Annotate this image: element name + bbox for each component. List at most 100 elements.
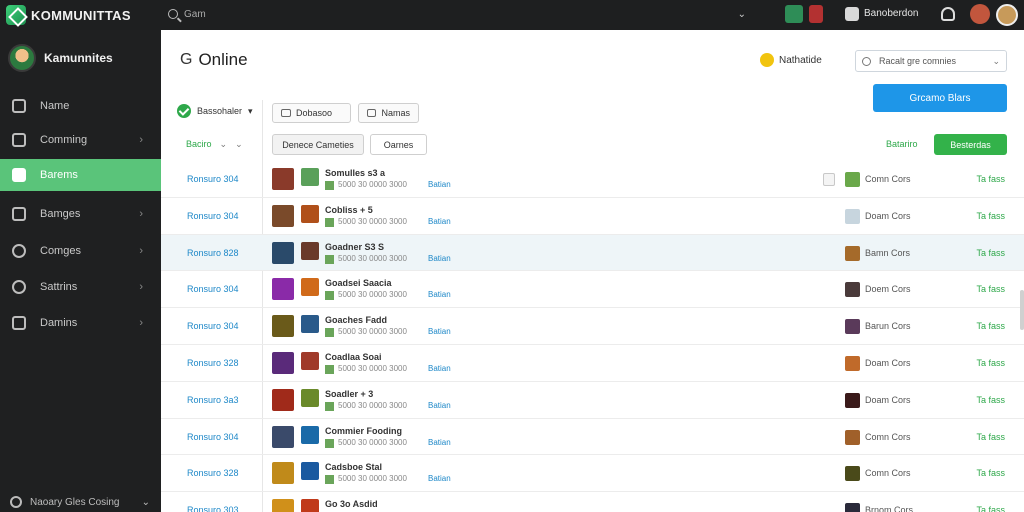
game-name: Cadsboe Stal	[325, 462, 383, 473]
row-id-link[interactable]: Ronsuro 303	[187, 505, 239, 512]
sidebar-item-comming[interactable]: Comming ›	[0, 124, 161, 156]
table-row[interactable]: Ronsuro 304 Somulles s3 a 5000 30 0000 300…	[161, 161, 1024, 198]
scrollbar[interactable]	[1020, 290, 1024, 330]
status-select[interactable]: Bassohaler ▾	[177, 104, 253, 118]
inbox-icon[interactable]	[785, 5, 803, 23]
related-thumbnail	[845, 319, 860, 335]
search-icon	[168, 9, 178, 19]
chevron-down-icon[interactable]: ⌄	[738, 9, 746, 20]
search-input[interactable]: Racalt gre comnies ⌄	[855, 50, 1007, 72]
row-id-link[interactable]: Ronsuro 304	[187, 211, 239, 221]
game-cover-thumbnail[interactable]	[272, 462, 294, 485]
table-row[interactable]: Ronsuro 304 Commier Fooding 5000 30 0000 3…	[161, 419, 1024, 456]
related-thumbnail	[845, 392, 860, 408]
game-meta: 5000 30 0000 3000	[338, 474, 407, 484]
top-user-label[interactable]: Banoberdon	[864, 8, 919, 19]
game-cover-thumbnail[interactable]	[272, 315, 294, 338]
row-status-link[interactable]: Ta fass	[976, 358, 1005, 368]
green-action-button[interactable]: Besterdas	[934, 134, 1007, 155]
table-row[interactable]: Ronsuro 3a3 Soadler + 3 5000 30 0000 3000 B…	[161, 382, 1024, 419]
game-cover-thumbnail[interactable]	[272, 388, 294, 411]
game-icon-thumbnail	[301, 168, 319, 186]
filter-button[interactable]: Oarnes	[370, 134, 427, 155]
game-icon-thumbnail	[301, 241, 319, 260]
game-name: Commier Fooding	[325, 425, 402, 436]
row-action-link[interactable]: Batian	[428, 217, 451, 226]
game-cover-thumbnail[interactable]	[272, 351, 294, 374]
row-id-link[interactable]: Ronsuro 328	[187, 468, 239, 478]
game-icon-thumbnail	[301, 351, 319, 370]
game-cover-thumbnail[interactable]	[272, 425, 294, 448]
notification-icon[interactable]	[809, 5, 823, 23]
platform-icon	[325, 254, 334, 264]
row-id-link[interactable]: Ronsuro 828	[187, 248, 239, 258]
row-status-link[interactable]: Ta fass	[976, 284, 1005, 294]
row-status-link[interactable]: Ta fass	[976, 174, 1005, 184]
table-row[interactable]: Ronsuro 304 Goadsei Saacia 5000 30 0000 30…	[161, 271, 1024, 309]
sidebar-item-sattrins[interactable]: Sattrins ›	[0, 271, 161, 303]
row-status-link[interactable]: Ta fass	[976, 211, 1005, 221]
row-id-link[interactable]: Ronsuro 3a3	[187, 395, 239, 405]
sidebar-item-bamges[interactable]: Bamges ›	[0, 198, 161, 230]
bell-icon	[760, 53, 774, 67]
global-search[interactable]: Gam ⌄	[162, 3, 752, 25]
chevron-right-icon: ›	[139, 134, 143, 146]
batariro-link[interactable]: Batariro	[886, 139, 918, 149]
filter-button-active[interactable]: Denece Cameties	[272, 134, 364, 155]
related-label: Bamn Cors	[865, 247, 911, 258]
page-title: Online	[198, 50, 248, 69]
table-row[interactable]: Ronsuro 304 Goaches Fadd 5000 30 0000 3000…	[161, 308, 1024, 345]
row-action-link[interactable]: Batian	[428, 401, 451, 410]
sidebar-item-label: Damins	[40, 317, 78, 329]
store-icon[interactable]	[845, 7, 859, 21]
sidebar-item-barems[interactable]: Barems	[0, 159, 161, 191]
avatar-small[interactable]	[970, 4, 990, 24]
row-status-link[interactable]: Ta fass	[976, 395, 1005, 405]
game-cover-thumbnail[interactable]	[272, 499, 294, 512]
user-icon[interactable]	[941, 7, 955, 21]
row-status-link[interactable]: Ta fass	[976, 248, 1005, 258]
row-action-link[interactable]: Batian	[428, 327, 451, 336]
game-cover-thumbnail[interactable]	[272, 204, 294, 227]
row-checkbox[interactable]	[823, 173, 835, 186]
chip-namas[interactable]: Namas	[358, 103, 419, 123]
game-cover-thumbnail[interactable]	[272, 241, 294, 264]
chip-dobasoo[interactable]: Dobasoo	[272, 103, 351, 123]
table-row[interactable]: Ronsuro 328 Coadlaa Soai 5000 30 0000 3000…	[161, 345, 1024, 382]
filter-dropdown[interactable]: Baciro ⌄ ⌄	[186, 139, 243, 150]
sidebar-item-name[interactable]: Name	[0, 90, 161, 122]
row-action-link[interactable]: Batian	[428, 438, 451, 447]
row-id-link[interactable]: Ronsuro 304	[187, 321, 239, 331]
primary-button[interactable]: Grcamo Blars	[873, 84, 1007, 112]
sidebar-footer[interactable]: Naoary Gles Cosing ⌄	[10, 496, 150, 508]
avatar[interactable]	[996, 4, 1018, 26]
row-status-link[interactable]: Ta fass	[976, 432, 1005, 442]
sidebar-item-damins[interactable]: Damins ›	[0, 307, 161, 339]
row-id-link[interactable]: Ronsuro 304	[187, 284, 239, 294]
row-id-link[interactable]: Ronsuro 304	[187, 432, 239, 442]
row-id-link[interactable]: Ronsuro 328	[187, 358, 239, 368]
table-row[interactable]: Ronsuro 304 Cobliss + 5 5000 30 0000 3000 B…	[161, 198, 1024, 235]
row-action-link[interactable]: Batian	[428, 290, 451, 299]
row-action-link[interactable]: Batian	[428, 364, 451, 373]
puzzle-icon	[12, 207, 26, 221]
notification-label: Nathatide	[779, 54, 822, 66]
game-icon-thumbnail	[301, 462, 319, 481]
row-action-link[interactable]: Batian	[428, 180, 451, 189]
sidebar-item-comges[interactable]: Comges ›	[0, 235, 161, 267]
game-cover-thumbnail[interactable]	[272, 278, 294, 301]
row-status-link[interactable]: Ta fass	[976, 505, 1005, 512]
table-row[interactable]: Ronsuro 328 Cadsboe Stal 5000 30 0000 3000…	[161, 455, 1024, 493]
sidebar-profile[interactable]: Kamunnites	[8, 44, 113, 72]
notification-toggle[interactable]: Nathatide	[760, 53, 822, 67]
table-row[interactable]: Ronsuro 828 Goadner S3 S 5000 30 0000 3000…	[161, 234, 1024, 272]
row-status-link[interactable]: Ta fass	[976, 321, 1005, 331]
chevron-down-icon: ⌄	[219, 139, 228, 149]
row-action-link[interactable]: Batian	[428, 474, 451, 483]
row-status-link[interactable]: Ta fass	[976, 468, 1005, 478]
row-action-link[interactable]: Batian	[428, 254, 451, 263]
app-logo[interactable]: KOMMUNITTAS	[6, 5, 131, 25]
row-id-link[interactable]: Ronsuro 304	[187, 174, 239, 184]
game-cover-thumbnail[interactable]	[272, 168, 294, 190]
table-row[interactable]: Ronsuro 303Go 3o Asdid5000 30 0000 3000B…	[161, 492, 1024, 512]
